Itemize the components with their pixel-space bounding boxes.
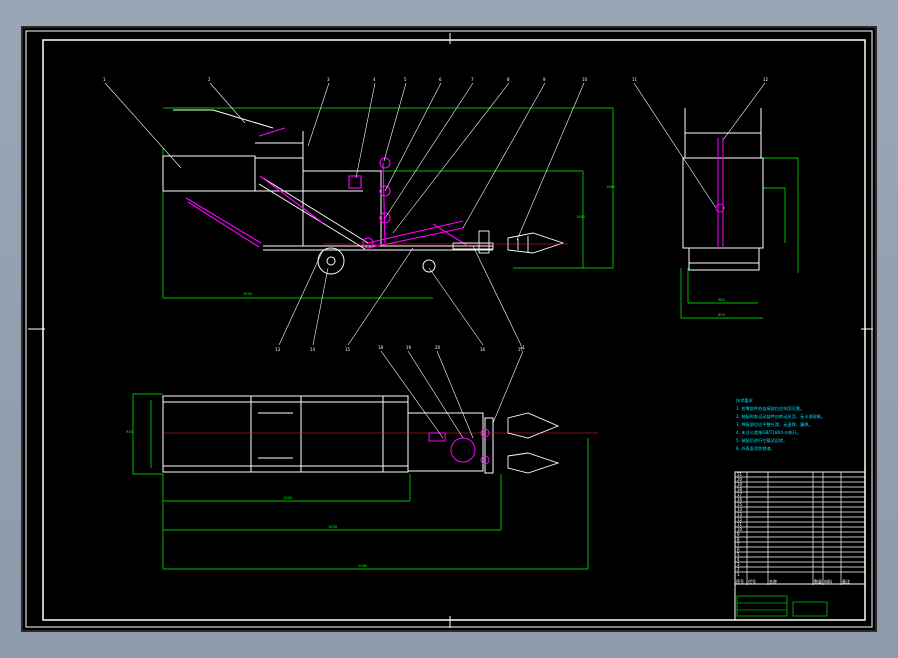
front-view: 1660 1900 2550	[162, 107, 616, 299]
outer-frame	[25, 30, 873, 628]
inner-frame	[42, 39, 866, 621]
dim-front-1: 1660	[606, 185, 616, 189]
balloon-9: 9	[543, 77, 546, 82]
parts-header-cell: 数量	[814, 578, 822, 584]
note-2: 2. 装配时各运动部件应转动灵活，无卡滞现象。	[736, 413, 825, 420]
balloon-3: 3	[327, 77, 330, 82]
balloons-top: 1 2 3 4 5 6 7 8 9 10 11 12	[103, 77, 769, 82]
balloon-15: 15	[345, 347, 351, 352]
balloon-8: 8	[507, 77, 510, 82]
leaders-bottom	[278, 245, 522, 346]
note-3: 3. 焊接部位应平整光滑，无虚焊、漏焊。	[736, 421, 813, 428]
plan-view: 1250 1630 2080 930 18 19 20 21	[126, 345, 598, 570]
balloons-bottom: 13 14 15 16 17	[275, 347, 524, 352]
dim-front-2: 1900	[576, 215, 586, 219]
balloon-5: 5	[404, 77, 407, 82]
balloon-20: 20	[435, 345, 441, 350]
balloon-2: 2	[208, 77, 211, 82]
dim-side-1: 850	[718, 313, 726, 317]
note-6: 6. 外表面涂防锈漆。	[736, 445, 775, 452]
parts-header-cell: 材料	[824, 578, 832, 584]
balloon-6: 6	[439, 77, 442, 82]
side-view: 850 960	[680, 108, 799, 319]
balloon-1: 1	[103, 77, 106, 82]
parts-header-cell: 代号	[748, 578, 756, 584]
note-5: 5. 装配后进行空载试运转。	[736, 437, 787, 444]
cad-drawing: 1660 1900 2550 1 2 3 4 5 6 7 8 9 10 11 1…	[25, 30, 873, 628]
balloon-21: 21	[520, 345, 526, 350]
balloon-11: 11	[632, 77, 638, 82]
technical-notes: 技术要求 1. 各零部件的连接部位应牢固可靠。 2. 装配时各运动部件应转动灵活…	[736, 397, 825, 452]
parts-row-number: 1	[737, 572, 740, 577]
drawing-sheet: 1660 1900 2550 1 2 3 4 5 6 7 8 9 10 11 1…	[21, 26, 877, 632]
balloon-12: 12	[763, 77, 769, 82]
leaders-top	[104, 82, 766, 241]
parts-list: 212019181716151413121110987654321 序号 代号 名称…	[734, 471, 866, 621]
dim-plan-1: 1250	[283, 496, 293, 500]
balloon-14: 14	[310, 347, 316, 352]
balloon-7: 7	[471, 77, 474, 82]
dim-plan-2: 1630	[328, 525, 338, 529]
notes-heading: 技术要求	[736, 397, 754, 404]
note-4: 4. 未注公差按GB/T1804-m执行。	[736, 429, 801, 436]
balloon-13: 13	[275, 347, 281, 352]
balloon-16: 16	[480, 347, 486, 352]
dim-side-2: 960	[718, 298, 726, 302]
parts-header-cell: 名称	[769, 578, 777, 584]
dim-plan-3: 2080	[358, 564, 368, 568]
balloon-18: 18	[378, 345, 384, 350]
balloon-4: 4	[373, 77, 376, 82]
dim-plan-4: 930	[126, 430, 134, 434]
dim-front-3: 2550	[243, 292, 253, 296]
parts-header-cell: 序号	[736, 578, 744, 584]
balloon-19: 19	[406, 345, 412, 350]
balloon-10: 10	[582, 77, 588, 82]
note-1: 1. 各零部件的连接部位应牢固可靠。	[736, 405, 804, 412]
center-marks	[28, 33, 873, 628]
parts-header-cell: 备注	[842, 578, 850, 584]
